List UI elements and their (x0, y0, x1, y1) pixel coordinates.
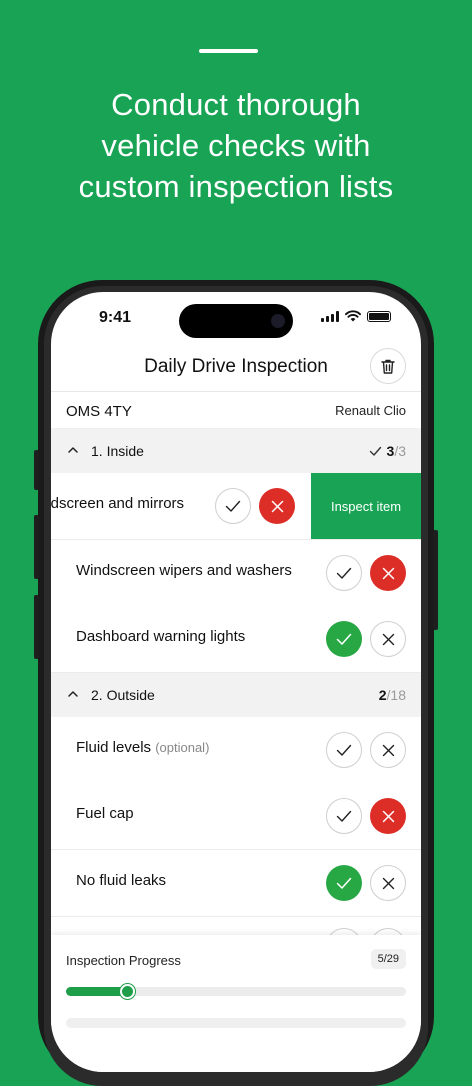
check-icon (369, 446, 381, 456)
list-item: No fluid leaks (51, 850, 421, 917)
check-icon (225, 500, 241, 512)
dynamic-island (179, 304, 293, 338)
battery-icon (367, 310, 391, 322)
section-header-inside[interactable]: 1. Inside 3/3 (51, 429, 421, 473)
close-icon (382, 744, 394, 756)
progress-bar-fill (66, 987, 128, 996)
section-total-count: /3 (394, 443, 406, 459)
section-header-outside[interactable]: 2. Outside 2/18 (51, 673, 421, 717)
close-icon (382, 567, 394, 579)
list-item: Fuel cap (51, 783, 421, 850)
headline-line-2: vehicle checks with (101, 128, 371, 163)
phone-action-button (34, 595, 39, 659)
progress-bar (66, 984, 406, 999)
close-icon (271, 500, 283, 512)
pass-button[interactable] (326, 732, 362, 768)
chevron-up-icon (68, 447, 78, 453)
vehicle-model: Renault Clio (335, 403, 406, 418)
progress-label: Inspection Progress (66, 953, 181, 968)
section-count: 2/18 (379, 687, 406, 703)
fail-button[interactable] (370, 555, 406, 591)
vehicle-plate: OMS 4TY (66, 403, 132, 420)
section-label: 2. Outside (91, 687, 155, 703)
item-label: No fluid leaks (76, 872, 167, 889)
list-item: Dashboard warning lights (51, 606, 421, 673)
app-screen: 9:41 Daily Drive Inspection OMS 4TY Rena… (51, 292, 421, 1072)
marketing-headline: Conduct thorough vehicle checks with cus… (0, 84, 472, 207)
delete-button[interactable] (370, 348, 406, 384)
check-icon (336, 567, 352, 579)
section-label: 1. Inside (91, 443, 144, 459)
pass-button[interactable] (215, 488, 251, 524)
pass-button[interactable] (326, 555, 362, 591)
check-icon (336, 810, 352, 822)
fail-button[interactable] (370, 798, 406, 834)
camera-icon (271, 314, 285, 328)
pass-button[interactable] (326, 621, 362, 657)
check-icon (336, 633, 352, 645)
status-time: 9:41 (99, 309, 132, 326)
fail-button[interactable] (370, 865, 406, 901)
item-label: Fluid levels (optional) (76, 739, 210, 756)
close-icon (382, 877, 394, 889)
item-label: Fuel cap (76, 805, 134, 822)
check-icon (336, 877, 352, 889)
signal-icon (321, 310, 339, 322)
top-decorative-dash (199, 49, 258, 53)
vehicle-info-row: OMS 4TY Renault Clio (51, 391, 421, 428)
phone-volume-down-button (34, 515, 39, 579)
inspection-progress-panel: Inspection Progress 5/29 (51, 935, 421, 1072)
wifi-icon (345, 310, 361, 322)
optional-tag: (optional) (155, 740, 210, 755)
trash-icon (381, 359, 395, 374)
fail-button[interactable] (259, 488, 295, 524)
close-icon (382, 810, 394, 822)
list-item: Windscreen wipers and washers (51, 540, 421, 607)
section-done-count: 2 (378, 687, 387, 703)
inspect-item-button[interactable]: Inspect item (311, 473, 421, 539)
section-total-count: /18 (386, 687, 406, 703)
item-label: indscreen and mirrors (51, 495, 185, 512)
close-icon (382, 633, 394, 645)
progress-count-badge: 5/29 (370, 949, 406, 969)
fail-button[interactable] (370, 621, 406, 657)
fail-button[interactable] (370, 732, 406, 768)
page-title: Daily Drive Inspection (144, 356, 328, 377)
item-label: Windscreen wipers and washers (76, 562, 292, 579)
list-item: Fluid levels (optional) (51, 717, 421, 784)
list-item-swiped[interactable]: indscreen and mirrors Inspect item (51, 473, 421, 540)
pass-button[interactable] (326, 865, 362, 901)
check-icon (336, 744, 352, 756)
headline-line-3: custom inspection lists (78, 169, 394, 204)
progress-bar-handle (120, 984, 136, 999)
item-label: Dashboard warning lights (76, 628, 246, 645)
status-icons (321, 310, 391, 322)
phone-power-button (433, 530, 438, 630)
section-count: 3/3 (369, 443, 406, 459)
phone-volume-up-button (34, 450, 39, 490)
pass-button[interactable] (326, 798, 362, 834)
chevron-up-icon (68, 691, 78, 697)
bottom-action-peek (66, 1018, 406, 1028)
headline-line-1: Conduct thorough (111, 87, 361, 122)
